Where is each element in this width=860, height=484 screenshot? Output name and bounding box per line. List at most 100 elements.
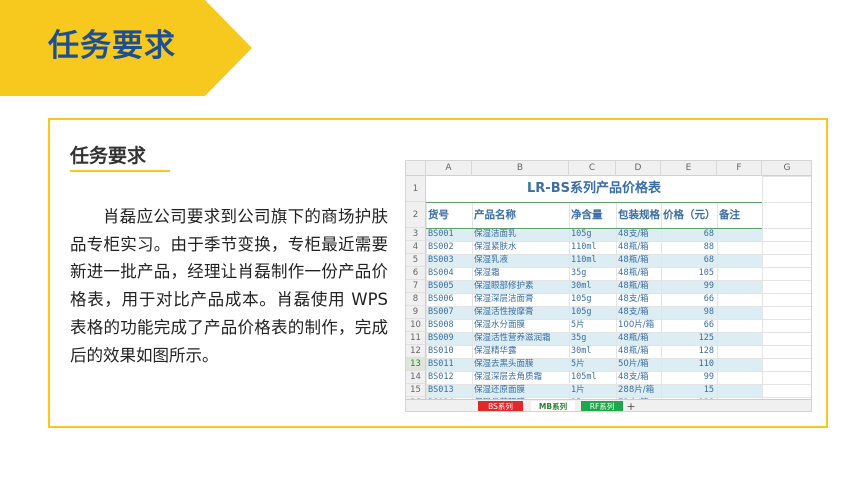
table-cell[interactable]: 保湿精华露 (474, 345, 568, 358)
table-cell[interactable]: 48瓶/箱 (618, 345, 660, 358)
table-cell[interactable]: 1片 (571, 384, 615, 397)
table-cell[interactable]: 保湿洁面乳 (474, 228, 568, 241)
table-cell[interactable]: BS001 (428, 228, 471, 241)
table-cell[interactable]: BS013 (428, 384, 471, 397)
table-cell[interactable]: 100片/箱 (618, 319, 660, 332)
row-header-9[interactable]: 9 (406, 306, 426, 319)
table-cell[interactable]: 105g (571, 228, 615, 241)
row-header-14[interactable]: 14 (406, 371, 426, 384)
table-cell[interactable]: 128 (661, 345, 714, 358)
table-cell[interactable]: 68 (661, 254, 714, 267)
table-cell[interactable]: BS002 (428, 241, 471, 254)
table-cell[interactable]: 110ml (571, 241, 615, 254)
table-cell[interactable]: 98 (661, 306, 714, 319)
sheet-tab[interactable]: BS系列 (478, 401, 523, 411)
table-cell[interactable]: 30ml (571, 280, 615, 293)
table-cell[interactable]: 48瓶/箱 (618, 241, 660, 254)
row-header-13[interactable]: 13 (406, 358, 426, 371)
table-cell[interactable]: 48瓶/箱 (618, 254, 660, 267)
table-cell[interactable]: 保湿还原面膜 (474, 384, 568, 397)
table-cell[interactable]: 125 (661, 332, 714, 345)
table-cell[interactable]: 105 (661, 267, 714, 280)
table-cell[interactable]: 88 (661, 241, 714, 254)
table-cell[interactable]: 48瓶/箱 (618, 267, 660, 280)
table-cell[interactable]: 105ml (571, 371, 615, 384)
table-cell[interactable]: BS011 (428, 358, 471, 371)
table-header-cell[interactable]: 备注 (719, 202, 740, 228)
row-header-12[interactable]: 12 (406, 345, 426, 358)
table-cell[interactable]: 110 (661, 358, 714, 371)
table-cell[interactable]: BS010 (428, 345, 471, 358)
table-cell[interactable]: BS012 (428, 371, 471, 384)
table-cell[interactable]: 保湿乳液 (474, 254, 568, 267)
row-header-11[interactable]: 11 (406, 332, 426, 345)
row-header-8[interactable]: 8 (406, 293, 426, 306)
table-cell[interactable]: 68 (661, 228, 714, 241)
sheet-tab[interactable]: RF系列 (581, 401, 623, 411)
column-header-g[interactable]: G (762, 161, 811, 176)
add-sheet-button[interactable]: + (624, 401, 638, 412)
table-cell[interactable]: BS006 (428, 293, 471, 306)
row-header-10[interactable]: 10 (406, 319, 426, 332)
table-cell[interactable]: 保湿深层洁面膏 (474, 293, 568, 306)
sheet-title[interactable]: LR-BS系列产品价格表 (426, 176, 762, 202)
table-cell[interactable]: 15 (661, 384, 714, 397)
table-cell[interactable]: 288片/箱 (618, 384, 660, 397)
table-cell[interactable]: 110ml (571, 254, 615, 267)
column-header-a[interactable]: A (426, 161, 472, 176)
row-header-5[interactable]: 5 (406, 254, 426, 267)
sheet-tab[interactable]: MB系列 (531, 401, 575, 411)
corner-cell[interactable] (406, 161, 426, 176)
row-header-15[interactable]: 15 (406, 384, 426, 397)
row-header-7[interactable]: 7 (406, 280, 426, 293)
table-cell[interactable]: 66 (661, 319, 714, 332)
table-cell[interactable]: 保湿水分面膜 (474, 319, 568, 332)
column-header-e[interactable]: E (661, 161, 717, 176)
table-cell[interactable]: BS008 (428, 319, 471, 332)
table-cell[interactable]: 99 (661, 280, 714, 293)
table-cell[interactable]: 48瓶/箱 (618, 280, 660, 293)
table-cell[interactable]: 48支/箱 (618, 293, 660, 306)
table-cell[interactable]: 48瓶/箱 (618, 332, 660, 345)
table-cell[interactable]: BS005 (428, 280, 471, 293)
row-header-3[interactable]: 3 (406, 228, 426, 241)
table-cell[interactable]: BS004 (428, 267, 471, 280)
table-cell[interactable]: 保湿眼部修护素 (474, 280, 568, 293)
table-cell[interactable]: BS007 (428, 306, 471, 319)
column-header-b[interactable]: B (472, 161, 569, 176)
table-cell[interactable]: 保湿霜 (474, 267, 568, 280)
table-cell[interactable]: 105g (571, 306, 615, 319)
table-cell[interactable]: 35g (571, 332, 615, 345)
column-header-f[interactable]: F (717, 161, 762, 176)
table-header-cell[interactable]: 价格（元） (663, 202, 716, 228)
table-header-cell[interactable]: 产品名称 (474, 202, 516, 228)
table-header-cell[interactable]: 包装规格 (618, 202, 660, 228)
table-cell[interactable]: 35g (571, 267, 615, 280)
table-cell[interactable]: 50片/箱 (618, 358, 660, 371)
table-cell[interactable]: 105g (571, 293, 615, 306)
column-header-d[interactable]: D (616, 161, 661, 176)
table-cell[interactable]: 66 (661, 293, 714, 306)
table-header-cell[interactable]: 货号 (428, 202, 449, 228)
table-cell[interactable]: BS003 (428, 254, 471, 267)
table-cell[interactable]: 5片 (571, 358, 615, 371)
table-cell[interactable]: 48支/箱 (618, 228, 660, 241)
table-cell[interactable]: 保湿活性营养滋润霜 (474, 332, 568, 345)
row-header-6[interactable]: 6 (406, 267, 426, 280)
row-header-4[interactable]: 4 (406, 241, 426, 254)
table-cell[interactable]: 48支/箱 (618, 306, 660, 319)
table-cell[interactable]: 保湿活性按摩膏 (474, 306, 568, 319)
table-cell[interactable]: 5片 (571, 319, 615, 332)
table-cell[interactable]: 30ml (571, 345, 615, 358)
table-header-cell[interactable]: 净含量 (571, 202, 603, 228)
row-header-2[interactable]: 2 (406, 202, 426, 228)
table-cell[interactable]: 99 (661, 371, 714, 384)
table-cell[interactable]: 48支/箱 (618, 371, 660, 384)
row-header-1[interactable]: 1 (406, 176, 426, 202)
table-cell[interactable]: 保湿深层去角质霜 (474, 371, 568, 384)
table-cell[interactable]: 保湿去黑头面膜 (474, 358, 568, 371)
table-cell[interactable]: BS009 (428, 332, 471, 345)
table-cell[interactable]: 保湿紧肤水 (474, 241, 568, 254)
column-header-c[interactable]: C (569, 161, 616, 176)
spreadsheet-screenshot: ABCDEFG 12345678910111213141516 LR-BS系列产… (405, 160, 812, 412)
